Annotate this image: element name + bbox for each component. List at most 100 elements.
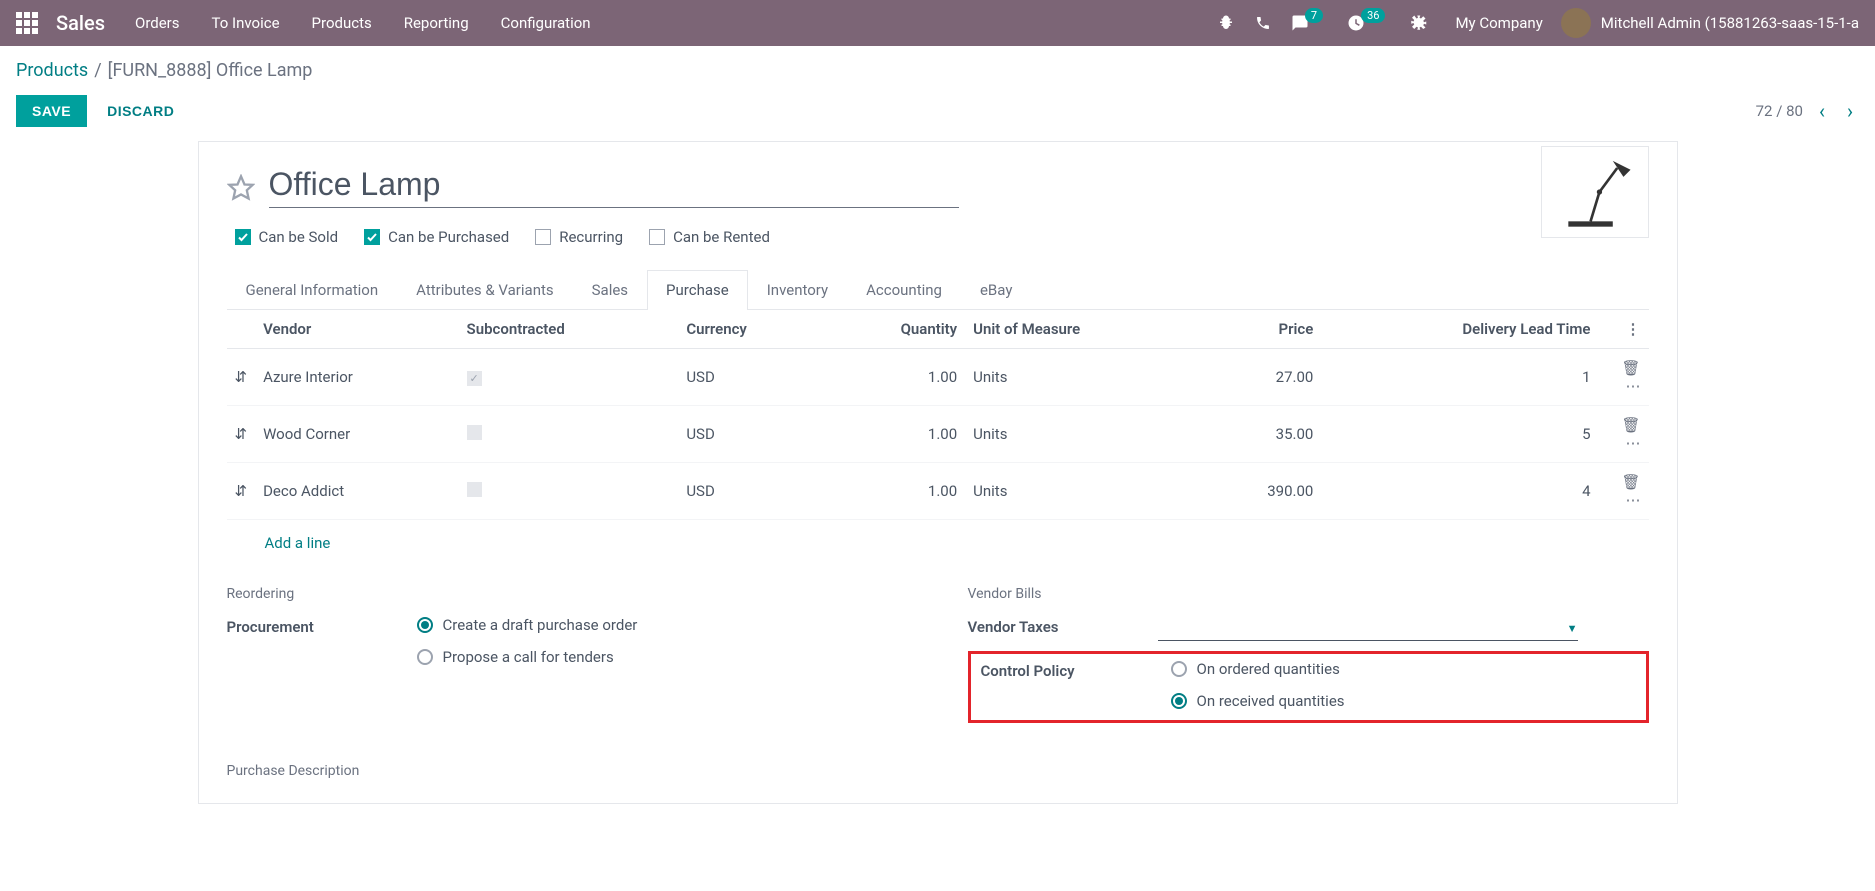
breadcrumb-current: [FURN_8888] Office Lamp [108,60,313,81]
company-switcher[interactable]: My Company [1455,14,1542,32]
cell-currency[interactable]: USD [678,463,825,520]
trash-icon[interactable]: 🗑 [1621,359,1640,377]
row-more-icon[interactable]: ⋯ [1626,434,1641,452]
cell-quantity[interactable]: 1.00 [826,406,966,463]
field-vendor-taxes-label: Vendor Taxes [968,616,1158,636]
th-uom: Unit of Measure [965,310,1202,349]
menu-products[interactable]: Products [312,14,372,32]
cell-price[interactable]: 35.00 [1202,406,1321,463]
cell-subcontracted[interactable] [459,406,679,463]
cell-vendor[interactable]: Azure Interior [255,349,458,406]
checkbox-can-be-rented[interactable]: Can be Rented [649,228,770,246]
lamp-icon [1550,152,1640,232]
bug-icon[interactable] [1217,14,1235,32]
tab-sales[interactable]: Sales [573,270,647,309]
cell-quantity[interactable]: 1.00 [826,349,966,406]
cell-lead-time[interactable]: 5 [1321,406,1598,463]
save-button[interactable]: SAVE [16,95,87,127]
radio-propose-tenders[interactable]: Propose a call for tenders [417,648,638,666]
cell-subcontracted[interactable] [459,349,679,406]
cell-subcontracted[interactable] [459,463,679,520]
checkbox-label: Recurring [559,228,623,246]
table-row[interactable]: ⇵Deco Addict USD1.00Units390.004 🗑 ⋯ [227,463,1649,520]
cell-uom[interactable]: Units [965,349,1202,406]
discard-button[interactable]: DISCARD [107,103,174,119]
menu-orders[interactable]: Orders [135,14,180,32]
cell-uom[interactable]: Units [965,406,1202,463]
tab-ebay[interactable]: eBay [961,270,1031,309]
menu-reporting[interactable]: Reporting [404,14,469,32]
vendor-table: Vendor Subcontracted Currency Quantity U… [227,310,1649,520]
checkbox-label: Can be Purchased [388,228,509,246]
tab-accounting[interactable]: Accounting [847,270,961,309]
checkbox-can-be-sold[interactable]: Can be Sold [235,228,339,246]
radio-on-ordered-qty[interactable]: On ordered quantities [1171,660,1345,678]
menu-to-invoice[interactable]: To Invoice [212,14,280,32]
phone-icon[interactable] [1255,15,1271,31]
pager-prev-icon[interactable]: ‹ [1813,99,1831,123]
cell-price[interactable]: 390.00 [1202,463,1321,520]
cell-currency[interactable]: USD [678,406,825,463]
radio-on-received-qty[interactable]: On received quantities [1171,692,1345,710]
drag-handle-icon[interactable]: ⇵ [227,463,256,520]
cell-lead-time[interactable]: 4 [1321,463,1598,520]
pager-count: 72 / 80 [1756,102,1803,120]
activities-icon[interactable]: 36 [1347,14,1389,32]
field-procurement-label: Procurement [227,616,417,636]
cell-vendor[interactable]: Deco Addict [255,463,458,520]
activities-badge: 36 [1361,8,1385,23]
trash-icon[interactable]: 🗑 [1621,416,1640,434]
vendor-taxes-field[interactable]: ▼ [1158,616,1578,641]
row-more-icon[interactable]: ⋯ [1626,491,1641,509]
checkbox-label: Can be Sold [259,228,339,246]
tab-inventory[interactable]: Inventory [748,270,847,309]
th-vendor: Vendor [255,310,458,349]
product-image[interactable] [1541,146,1649,238]
user-menu[interactable]: Mitchell Admin (15881263-saas-15-1-a [1561,8,1859,38]
tab-general-information[interactable]: General Information [227,270,398,309]
cell-vendor[interactable]: Wood Corner [255,406,458,463]
checkbox-label: Can be Rented [673,228,770,246]
product-name-input[interactable] [269,166,959,208]
app-brand[interactable]: Sales [56,11,105,35]
cell-price[interactable]: 27.00 [1202,349,1321,406]
top-navbar: Sales Orders To Invoice Products Reporti… [0,0,1875,46]
messages-badge: 7 [1305,8,1323,23]
checkbox-can-be-purchased[interactable]: Can be Purchased [364,228,509,246]
tab-purchase[interactable]: Purchase [647,270,748,309]
actions-row: SAVE DISCARD 72 / 80 ‹ › [0,89,1875,141]
apps-icon[interactable] [16,12,38,34]
radio-create-draft-po[interactable]: Create a draft purchase order [417,616,638,634]
cell-currency[interactable]: USD [678,349,825,406]
breadcrumb: Products / [FURN_8888] Office Lamp [0,46,1875,89]
form-sheet: Can be Sold Can be Purchased Recurring C… [198,141,1678,804]
menu-configuration[interactable]: Configuration [501,14,591,32]
table-options-icon[interactable]: ⋮ [1626,320,1641,338]
tab-attributes-variants[interactable]: Attributes & Variants [397,270,572,309]
cell-quantity[interactable]: 1.00 [826,463,966,520]
favorite-star-icon[interactable] [227,174,255,202]
checkbox-recurring[interactable]: Recurring [535,228,623,246]
breadcrumb-separator: / [94,60,101,81]
breadcrumb-parent[interactable]: Products [16,60,88,81]
section-reordering-title: Reordering [227,586,908,602]
caret-down-icon[interactable]: ▼ [1567,622,1578,635]
table-row[interactable]: ⇵Azure Interior USD1.00Units27.001 🗑 ⋯ [227,349,1649,406]
messages-icon[interactable]: 7 [1291,14,1327,32]
table-row[interactable]: ⇵Wood Corner USD1.00Units35.005 🗑 ⋯ [227,406,1649,463]
add-a-line[interactable]: Add a line [227,520,1649,562]
pager-next-icon[interactable]: › [1841,99,1859,123]
vendor-taxes-input[interactable] [1158,616,1567,640]
settings-icon[interactable] [1409,14,1427,32]
trash-icon[interactable]: 🗑 [1621,473,1640,491]
radio-label: On received quantities [1197,692,1345,710]
cell-lead-time[interactable]: 1 [1321,349,1598,406]
cell-uom[interactable]: Units [965,463,1202,520]
drag-handle-icon[interactable]: ⇵ [227,406,256,463]
th-currency: Currency [678,310,825,349]
tabs: General Information Attributes & Variant… [227,270,1649,310]
drag-handle-icon[interactable]: ⇵ [227,349,256,406]
user-name: Mitchell Admin (15881263-saas-15-1-a [1601,14,1859,32]
user-avatar [1561,8,1591,38]
row-more-icon[interactable]: ⋯ [1626,377,1641,395]
